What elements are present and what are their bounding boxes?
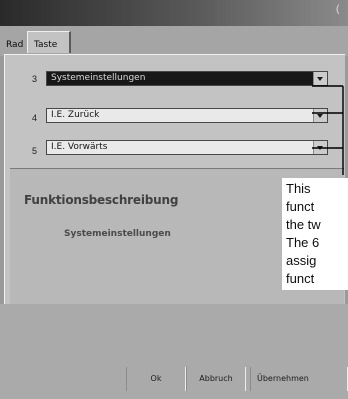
callout-line: funct: [286, 199, 315, 214]
callout-line: assig: [286, 253, 317, 268]
callout-line: This: [286, 181, 311, 196]
callout-line: The 6: [286, 235, 320, 250]
callout-line: the tw: [286, 217, 321, 232]
callout-box: This funct the tw The 6 assig funct: [282, 178, 348, 290]
callout-line: funct: [286, 271, 315, 286]
